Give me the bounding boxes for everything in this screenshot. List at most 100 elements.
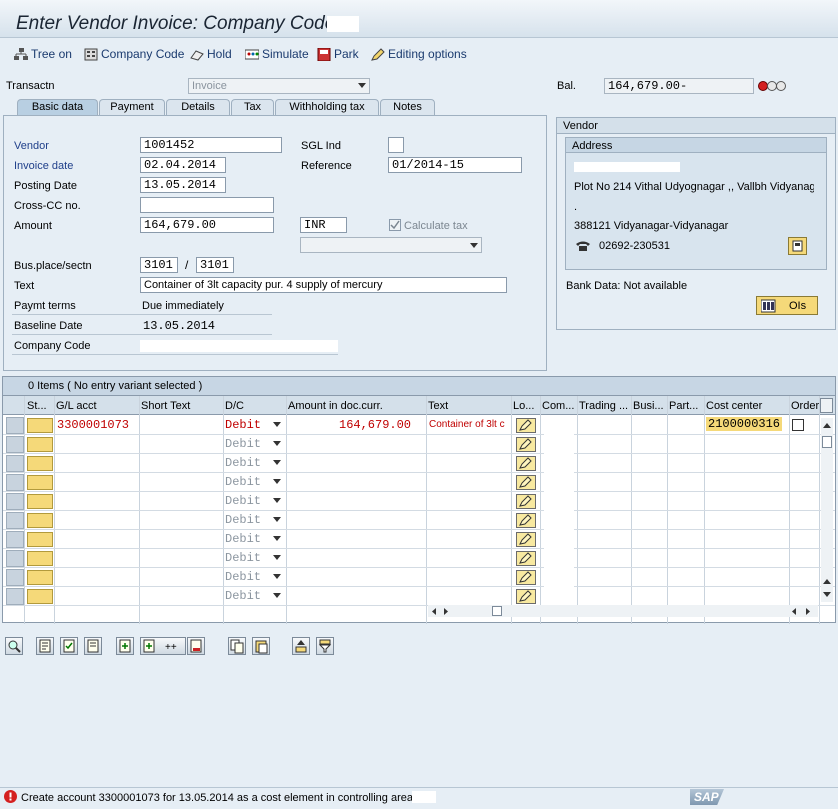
- dc-select[interactable]: Debit: [225, 589, 261, 603]
- pencil-icon[interactable]: [516, 437, 536, 452]
- scroll-thumb[interactable]: [822, 436, 832, 448]
- tab-withholding-tax[interactable]: Withholding tax: [275, 99, 379, 115]
- row-selector[interactable]: [6, 588, 24, 605]
- dc-select[interactable]: Debit: [225, 494, 261, 508]
- col-amount[interactable]: Amount in doc.curr.: [288, 400, 383, 412]
- scroll-down-icon[interactable]: [822, 590, 832, 602]
- col-cost-center[interactable]: Cost center: [706, 400, 762, 412]
- editing-options-button[interactable]: Editing options: [371, 47, 467, 61]
- row-selector[interactable]: [6, 512, 24, 529]
- col-dc[interactable]: D/C: [225, 400, 244, 412]
- table-row[interactable]: Debit: [3, 492, 835, 511]
- table-row[interactable]: Debit: [3, 568, 835, 587]
- scroll-up-icon-2[interactable]: [822, 576, 832, 588]
- tax-code-dropdown-icon[interactable]: [468, 240, 479, 251]
- dc-dropdown-icon[interactable]: [271, 533, 282, 544]
- status-button[interactable]: [27, 437, 53, 452]
- select-all-button[interactable]: [60, 637, 78, 655]
- col-com[interactable]: Com...: [542, 400, 574, 412]
- gl-account-cell[interactable]: 3300001073: [57, 418, 129, 432]
- status-button[interactable]: [27, 513, 53, 528]
- filter-button[interactable]: [316, 637, 334, 655]
- status-button[interactable]: [27, 570, 53, 585]
- section-field[interactable]: 3101: [196, 257, 234, 273]
- dc-select[interactable]: Debit: [225, 513, 261, 527]
- invoice-date-field[interactable]: 02.04.2014: [140, 157, 226, 173]
- text-cell[interactable]: Container of 3lt c: [429, 419, 511, 430]
- scroll-left-icon-2[interactable]: [790, 607, 798, 619]
- dc-dropdown-icon[interactable]: [271, 457, 282, 468]
- table-row[interactable]: Debit: [3, 549, 835, 568]
- transactn-dropdown-icon[interactable]: [356, 80, 367, 91]
- pencil-icon[interactable]: [516, 532, 536, 547]
- park-button[interactable]: Park: [317, 47, 359, 61]
- posting-date-field[interactable]: 13.05.2014: [140, 177, 226, 193]
- calculate-tax-checkbox[interactable]: [389, 219, 401, 231]
- dc-dropdown-icon[interactable]: [271, 552, 282, 563]
- table-row[interactable]: Debit: [3, 530, 835, 549]
- col-lo[interactable]: Lo...: [513, 400, 534, 412]
- row-selector[interactable]: [6, 493, 24, 510]
- paste-button[interactable]: [252, 637, 270, 655]
- dc-dropdown-icon[interactable]: [271, 476, 282, 487]
- table-row[interactable]: Debit: [3, 454, 835, 473]
- col-part[interactable]: Part...: [669, 400, 698, 412]
- details-button[interactable]: [36, 637, 54, 655]
- dc-select[interactable]: Debit: [225, 418, 261, 432]
- table-row[interactable]: Debit: [3, 435, 835, 454]
- pencil-icon[interactable]: [516, 551, 536, 566]
- copy-button[interactable]: [228, 637, 246, 655]
- dc-dropdown-icon[interactable]: [271, 590, 282, 601]
- scroll-up-icon[interactable]: [822, 420, 832, 432]
- col-trading[interactable]: Trading ...: [579, 400, 628, 412]
- pencil-icon[interactable]: [516, 456, 536, 471]
- col-text[interactable]: Text: [428, 400, 448, 412]
- col-status[interactable]: St...: [27, 400, 47, 412]
- table-row[interactable]: Debit: [3, 473, 835, 492]
- address-details-button[interactable]: [788, 237, 807, 255]
- deselect-all-button[interactable]: [84, 637, 102, 655]
- vertical-scrollbar[interactable]: [821, 418, 833, 602]
- tax-code-select[interactable]: [300, 237, 482, 253]
- dc-dropdown-icon[interactable]: [271, 514, 282, 525]
- hold-button[interactable]: Hold: [190, 47, 232, 61]
- dc-select[interactable]: Debit: [225, 475, 261, 489]
- col-order[interactable]: Order: [791, 400, 819, 412]
- dc-select[interactable]: Debit: [225, 437, 261, 451]
- tree-on-button[interactable]: Tree on: [14, 47, 72, 61]
- reference-field[interactable]: 01/2014-15: [388, 157, 522, 173]
- status-message[interactable]: Create account 3300001073 for 13.05.2014…: [21, 792, 413, 804]
- delete-row-button[interactable]: [187, 637, 205, 655]
- row-selector[interactable]: [6, 531, 24, 548]
- sort-button[interactable]: [292, 637, 310, 655]
- status-button[interactable]: [27, 551, 53, 566]
- copy-row-button[interactable]: ++: [140, 637, 186, 655]
- pencil-icon[interactable]: [516, 570, 536, 585]
- vendor-field[interactable]: 1001452: [140, 137, 282, 153]
- horizontal-scrollbar[interactable]: [428, 605, 818, 617]
- row-selector[interactable]: [6, 455, 24, 472]
- dc-select[interactable]: Debit: [225, 532, 261, 546]
- company-code-button[interactable]: Company Code: [84, 47, 184, 61]
- simulate-button[interactable]: Simulate: [244, 47, 309, 61]
- currency-field[interactable]: INR: [300, 217, 347, 233]
- column-settings-button[interactable]: [820, 398, 833, 413]
- ois-button[interactable]: OIs: [756, 296, 818, 315]
- dc-select[interactable]: Debit: [225, 551, 261, 565]
- bus-place-field[interactable]: 3101: [140, 257, 178, 273]
- amount-cell[interactable]: 164,679.00: [339, 418, 411, 432]
- scroll-left-icon[interactable]: [430, 607, 438, 619]
- row-selector[interactable]: [6, 436, 24, 453]
- dc-select[interactable]: Debit: [225, 456, 261, 470]
- text-field[interactable]: Container of 3lt capacity pur. 4 supply …: [140, 277, 507, 293]
- hscroll-thumb[interactable]: [492, 606, 502, 616]
- tab-tax[interactable]: Tax: [231, 99, 274, 115]
- row-selector[interactable]: [6, 474, 24, 491]
- status-button[interactable]: [27, 475, 53, 490]
- tab-basic-data[interactable]: Basic data: [17, 99, 98, 115]
- status-button[interactable]: [27, 532, 53, 547]
- dc-dropdown-icon[interactable]: [271, 438, 282, 449]
- status-button[interactable]: [27, 589, 53, 604]
- tab-details[interactable]: Details: [166, 99, 230, 115]
- pencil-icon[interactable]: [516, 418, 536, 433]
